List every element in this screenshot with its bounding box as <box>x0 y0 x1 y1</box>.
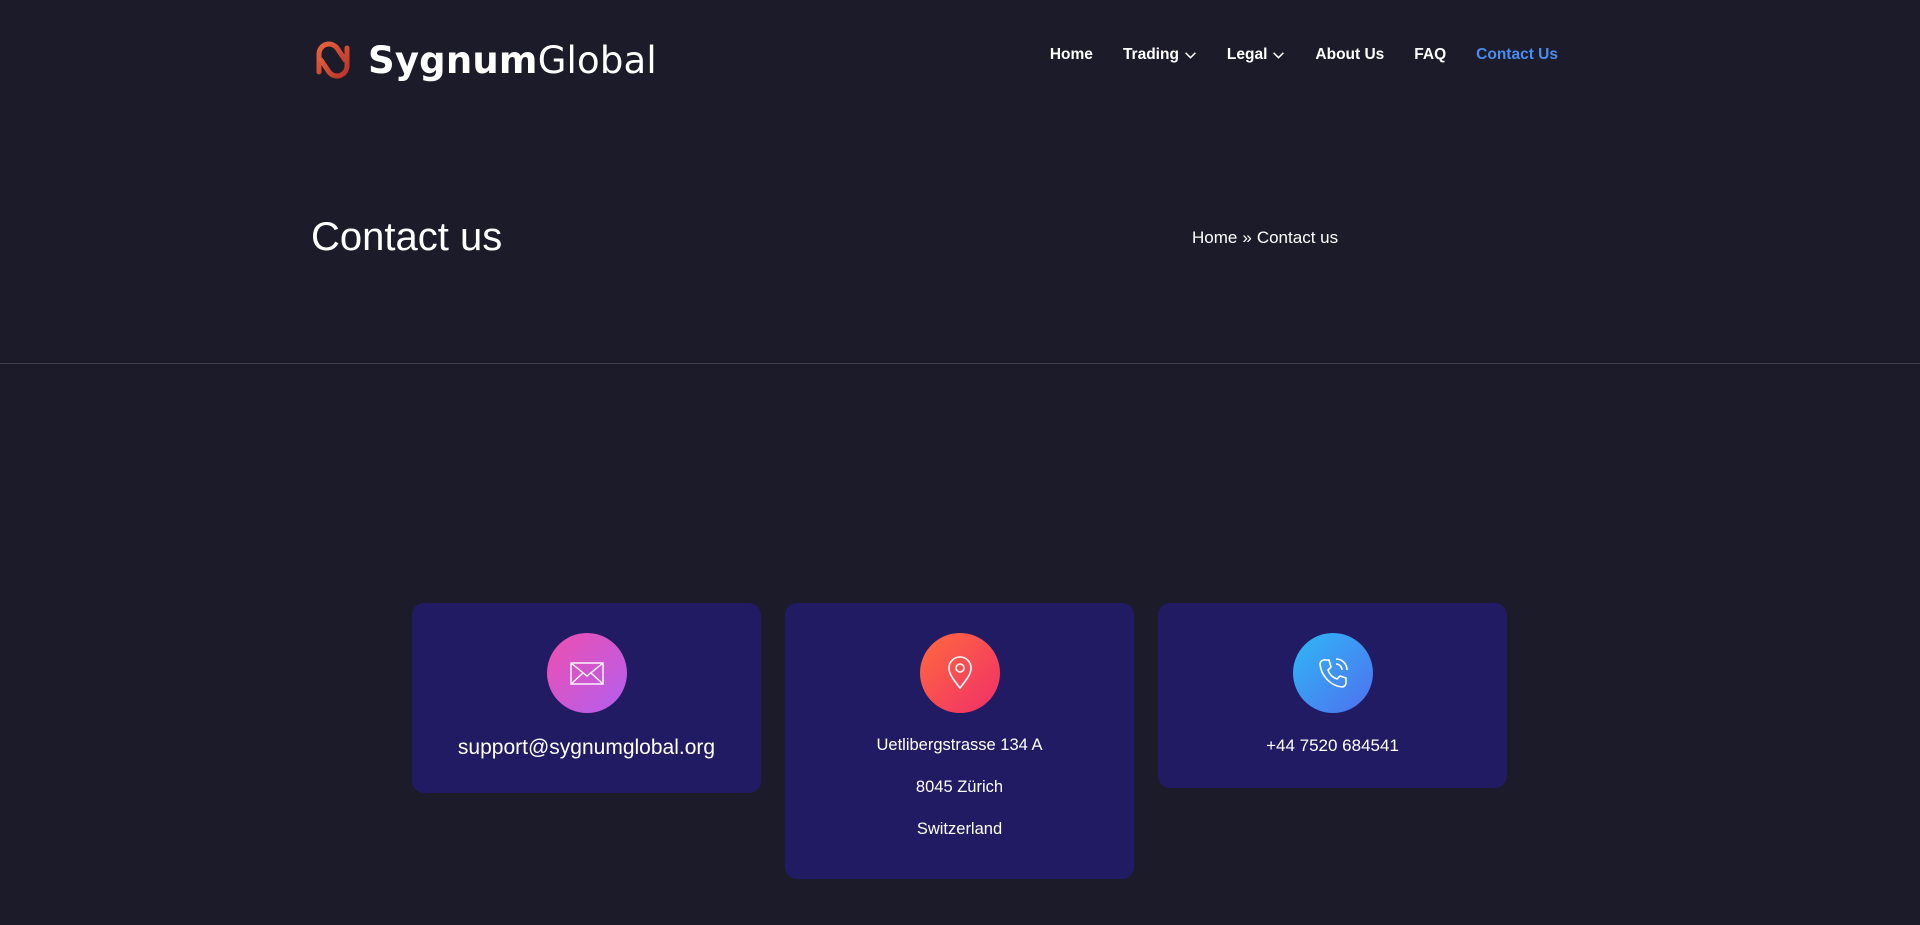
address-country: Switzerland <box>916 820 1003 838</box>
breadcrumb-home[interactable]: Home <box>1192 228 1237 248</box>
site-header: SygnumGlobal Home Trading Legal About Us… <box>0 0 1920 115</box>
email-card: support@sygnumglobal.org <box>412 603 761 793</box>
breadcrumb-current: Contact us <box>1256 228 1339 247</box>
email-icon-circle <box>546 633 627 713</box>
page-title: Contact us <box>311 215 503 259</box>
phone-icon <box>1318 658 1348 688</box>
nav-legal[interactable]: Legal <box>1227 46 1285 64</box>
breadcrumb: Home » Contact us <box>1192 228 1338 248</box>
brand-logo[interactable]: SygnumGlobal <box>311 38 657 82</box>
chevron-down-icon <box>1185 51 1196 59</box>
phone-number[interactable]: +44 7520 684541 <box>1266 736 1399 756</box>
nav-about-us[interactable]: About Us <box>1315 46 1384 64</box>
logo-icon <box>316 41 350 79</box>
nav-contact-us[interactable]: Contact Us <box>1476 46 1558 64</box>
address-card: Uetlibergstrasse 134 A 8045 Zürich Switz… <box>785 603 1134 879</box>
email-address[interactable]: support@sygnumglobal.org <box>458 736 715 760</box>
chevron-down-icon <box>1273 51 1285 59</box>
nav-faq[interactable]: FAQ <box>1414 46 1446 64</box>
breadcrumb-separator: » <box>1242 228 1252 247</box>
phone-icon-circle <box>1292 633 1373 713</box>
page-title-band: Contact us Home » Contact us <box>0 115 1920 364</box>
nav-home[interactable]: Home <box>1050 46 1093 64</box>
address-street: Uetlibergstrasse 134 A <box>876 736 1043 754</box>
brand-name: SygnumGlobal <box>368 38 657 82</box>
envelope-icon <box>569 662 604 685</box>
nav-trading[interactable]: Trading <box>1123 46 1197 64</box>
main-nav: Home Trading Legal About Us FAQ Contact … <box>1050 46 1558 64</box>
address-city: 8045 Zürich <box>915 778 1004 796</box>
location-icon-circle <box>919 633 1000 713</box>
map-pin-icon <box>947 656 972 690</box>
contact-cards: support@sygnumglobal.org Uetlibergstrass… <box>412 603 1507 879</box>
phone-card: +44 7520 684541 <box>1158 603 1507 788</box>
